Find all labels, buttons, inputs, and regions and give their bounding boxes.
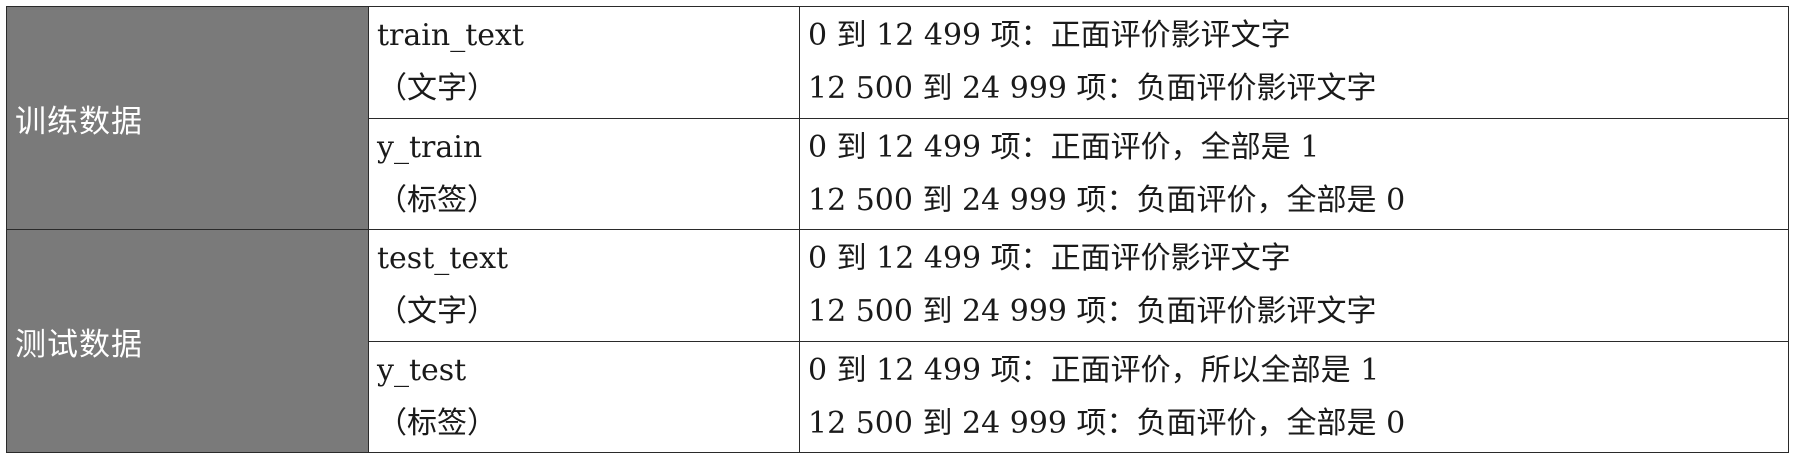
description-cell: 0 到 12 499 项：正面评价影评文字 12 500 到 24 999 项：… xyxy=(799,6,1789,119)
field-cell: train_text （文字） xyxy=(368,6,800,119)
field-name: y_test xyxy=(377,352,467,388)
field-name: y_train xyxy=(377,129,483,165)
description-cell: 0 到 12 499 项：正面评价，所以全部是 1 12 500 到 24 99… xyxy=(799,340,1789,453)
dataset-table: 训练数据 train_text （文字） 0 到 12 499 项：正面评价影评… xyxy=(6,6,1789,453)
description-line: 0 到 12 499 项：正面评价影评文字 xyxy=(808,18,1291,54)
description-line: 0 到 12 499 项：正面评价，所以全部是 1 xyxy=(808,352,1380,388)
group-label-testing: 测试数据 xyxy=(6,229,369,453)
field-cell: test_text （文字） xyxy=(368,229,800,342)
field-type: （标签） xyxy=(377,405,497,441)
field-name: train_text xyxy=(377,18,524,54)
description-line: 12 500 到 24 999 项：负面评价影评文字 xyxy=(808,294,1377,330)
field-type: （文字） xyxy=(377,71,497,107)
table-row: 训练数据 train_text （文字） 0 到 12 499 项：正面评价影评… xyxy=(6,6,1789,230)
group-label-training: 训练数据 xyxy=(6,6,369,230)
field-cell: y_test （标签） xyxy=(368,340,800,453)
table-row: 测试数据 test_text （文字） 0 到 12 499 项：正面评价影评文… xyxy=(6,229,1789,453)
description-cell: 0 到 12 499 项：正面评价，全部是 1 12 500 到 24 999 … xyxy=(799,117,1789,230)
description-line: 12 500 到 24 999 项：负面评价，全部是 0 xyxy=(808,182,1406,218)
description-line: 12 500 到 24 999 项：负面评价影评文字 xyxy=(808,71,1377,107)
field-name: test_text xyxy=(377,241,509,277)
description-line: 0 到 12 499 项：正面评价，全部是 1 xyxy=(808,129,1320,165)
field-type: （标签） xyxy=(377,182,497,218)
field-type: （文字） xyxy=(377,294,497,330)
description-line: 0 到 12 499 项：正面评价影评文字 xyxy=(808,241,1291,277)
description-line: 12 500 到 24 999 项：负面评价，全部是 0 xyxy=(808,405,1406,441)
data-table-container: 训练数据 train_text （文字） 0 到 12 499 项：正面评价影评… xyxy=(6,6,1789,453)
field-cell: y_train （标签） xyxy=(368,117,800,230)
description-cell: 0 到 12 499 项：正面评价影评文字 12 500 到 24 999 项：… xyxy=(799,229,1789,342)
